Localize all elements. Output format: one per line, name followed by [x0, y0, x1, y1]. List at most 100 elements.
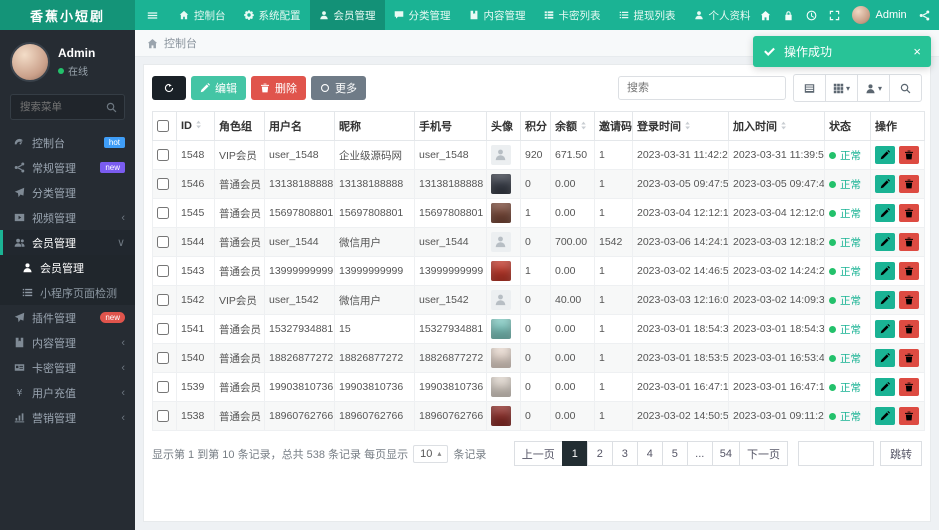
- sort-icon[interactable]: [684, 121, 691, 130]
- topnav-item[interactable]: 个人资料: [685, 0, 760, 30]
- row-delete-button[interactable]: [899, 378, 919, 396]
- page-size-select[interactable]: 10 ▴: [413, 444, 449, 463]
- row-edit-button[interactable]: [875, 407, 895, 425]
- prev-page-button[interactable]: 上一页: [513, 441, 563, 466]
- row-delete-button[interactable]: [899, 349, 919, 367]
- sidebar-search-input[interactable]: [18, 100, 106, 114]
- expand-icon[interactable]: [829, 10, 840, 21]
- close-icon[interactable]: ×: [913, 45, 921, 58]
- row-checkbox[interactable]: [157, 294, 169, 307]
- lock-icon[interactable]: [783, 10, 794, 21]
- jump-page-input[interactable]: [798, 441, 874, 466]
- row-checkbox[interactable]: [157, 381, 169, 394]
- column-header-points[interactable]: 积分: [520, 111, 551, 141]
- row-checkbox[interactable]: [157, 236, 169, 249]
- sidebar-item[interactable]: 插件管理 new: [0, 305, 135, 330]
- row-edit-button[interactable]: [875, 233, 895, 251]
- delete-button[interactable]: 删除: [251, 76, 306, 100]
- sidebar-item[interactable]: 会员管理 ∨: [0, 230, 135, 255]
- topnav-item[interactable]: 系统配置: [235, 0, 310, 30]
- topnav-item[interactable]: 分类管理: [385, 0, 460, 30]
- cell-avatar: [486, 285, 521, 315]
- row-checkbox[interactable]: [157, 410, 169, 423]
- topnav-item[interactable]: 会员管理: [309, 0, 385, 30]
- row-edit-button[interactable]: [875, 320, 895, 338]
- column-header-login[interactable]: 登录时间: [632, 111, 729, 141]
- sidebar-toggle-button[interactable]: [135, 0, 170, 30]
- sidebar-item[interactable]: 营销管理 ‹: [0, 405, 135, 430]
- user-menu[interactable]: Admin: [851, 6, 907, 24]
- row-delete-button[interactable]: [899, 291, 919, 309]
- breadcrumb-home[interactable]: 控制台: [164, 35, 197, 51]
- row-edit-button[interactable]: [875, 146, 895, 164]
- sidebar-item[interactable]: ¥ 用户充值 ‹: [0, 380, 135, 405]
- table-search-input[interactable]: [618, 76, 786, 100]
- row-delete-button[interactable]: [899, 233, 919, 251]
- column-header-balance[interactable]: 余额: [550, 111, 595, 141]
- row-edit-button[interactable]: [875, 262, 895, 280]
- export-button[interactable]: ▾: [857, 74, 890, 102]
- row-delete-button[interactable]: [899, 175, 919, 193]
- row-delete-button[interactable]: [899, 407, 919, 425]
- topnav-item[interactable]: 卡密列表: [535, 0, 610, 30]
- sidebar-subitem[interactable]: 小程序页面检测: [0, 280, 135, 305]
- cell-login-time: 2023-03-01 18:53:52: [632, 343, 729, 373]
- sidebar-item[interactable]: 分类管理: [0, 180, 135, 205]
- row-delete-button[interactable]: [899, 262, 919, 280]
- topnav-item[interactable]: 提现列表: [610, 0, 685, 30]
- jump-button[interactable]: 跳转: [880, 441, 922, 466]
- cell-username: 18960762766: [264, 401, 335, 431]
- row-delete-button[interactable]: [899, 320, 919, 338]
- sort-icon[interactable]: [195, 120, 202, 129]
- home-icon[interactable]: [760, 10, 771, 21]
- page-button[interactable]: 5: [661, 441, 688, 466]
- row-checkbox[interactable]: [157, 352, 169, 365]
- page-button[interactable]: ...: [686, 441, 713, 466]
- row-checkbox[interactable]: [157, 323, 169, 336]
- topnav-item-label: 内容管理: [483, 9, 526, 22]
- toggle-view-button[interactable]: [793, 74, 826, 102]
- sidebar-item[interactable]: 视频管理 ‹: [0, 205, 135, 230]
- topnav-item[interactable]: 内容管理: [460, 0, 535, 30]
- column-header-invite[interactable]: 邀请码: [594, 111, 633, 141]
- edit-button[interactable]: 编辑: [191, 76, 246, 100]
- row-delete-button[interactable]: [899, 146, 919, 164]
- sidebar-item[interactable]: 内容管理 ‹: [0, 330, 135, 355]
- cell-join-time: 2023-03-03 12:18:28: [728, 227, 825, 257]
- page-button[interactable]: 3: [611, 441, 638, 466]
- page-button[interactable]: 2: [586, 441, 613, 466]
- sidebar-item[interactable]: 控制台 hot: [0, 130, 135, 155]
- page-button[interactable]: 4: [636, 441, 663, 466]
- search-button[interactable]: [889, 74, 922, 102]
- page-button[interactable]: 1: [561, 441, 588, 466]
- row-edit-button[interactable]: [875, 378, 895, 396]
- row-delete-button[interactable]: [899, 204, 919, 222]
- row-edit-button[interactable]: [875, 349, 895, 367]
- row-edit-button[interactable]: [875, 291, 895, 309]
- row-edit-button[interactable]: [875, 175, 895, 193]
- row-checkbox[interactable]: [157, 265, 169, 278]
- search-icon[interactable]: [106, 102, 117, 113]
- sidebar-item[interactable]: 常规管理 new: [0, 155, 135, 180]
- sort-icon[interactable]: [580, 121, 587, 130]
- select-all-checkbox[interactable]: [157, 120, 169, 133]
- user-avatar: [491, 406, 511, 426]
- clock-icon[interactable]: [806, 10, 817, 21]
- columns-button[interactable]: ▾: [825, 74, 858, 102]
- row-checkbox[interactable]: [157, 149, 169, 162]
- row-checkbox[interactable]: [157, 178, 169, 191]
- sort-icon[interactable]: [780, 121, 787, 130]
- row-checkbox[interactable]: [157, 207, 169, 220]
- column-header-join[interactable]: 加入时间: [728, 111, 825, 141]
- topnav-item[interactable]: 控制台: [170, 0, 235, 30]
- refresh-button[interactable]: [152, 76, 186, 100]
- row-edit-button[interactable]: [875, 204, 895, 222]
- next-page-button[interactable]: 下一页: [739, 441, 788, 466]
- column-header-id[interactable]: ID: [176, 111, 215, 141]
- share-icon[interactable]: [919, 10, 930, 21]
- page-button[interactable]: 54: [711, 441, 740, 466]
- sidebar-subitem[interactable]: 会员管理: [0, 255, 135, 280]
- cell-phone: 18826877272: [414, 343, 487, 373]
- more-button[interactable]: 更多: [311, 76, 366, 100]
- sidebar-item[interactable]: 卡密管理 ‹: [0, 355, 135, 380]
